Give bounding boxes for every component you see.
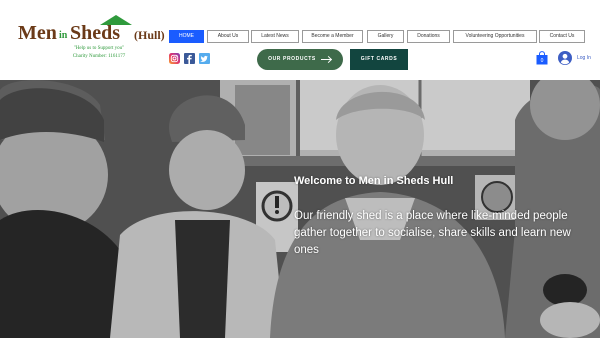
our-products-button[interactable]: OUR PRODUCTS bbox=[257, 49, 343, 70]
site-header: Men in Sheds (Hull) "Help us to Support … bbox=[0, 0, 600, 80]
logo-word-hull: (Hull) bbox=[134, 28, 165, 42]
gift-cards-button[interactable]: GIFT CARDS bbox=[350, 49, 408, 70]
nav-donations[interactable]: Donations bbox=[407, 30, 450, 43]
nav-volunteering[interactable]: Volunteering Opportunities bbox=[453, 30, 537, 43]
cart-count: 0 bbox=[541, 58, 544, 64]
nav-latest-news[interactable]: Latest News bbox=[251, 30, 299, 43]
our-products-label: OUR PRODUCTS bbox=[268, 56, 316, 62]
arrow-right-icon bbox=[321, 59, 331, 60]
cart-icon[interactable]: 0 bbox=[536, 51, 548, 65]
hero-title: Welcome to Men in Sheds Hull bbox=[294, 175, 454, 187]
logo-word-in: in bbox=[59, 30, 68, 41]
logo-tagline-block: "Help us to Support you" Charity Number:… bbox=[54, 45, 144, 61]
logo-charity-number: Charity Number: 1161177 bbox=[72, 54, 126, 59]
instagram-icon[interactable] bbox=[169, 53, 180, 64]
nav-gallery[interactable]: Gallery bbox=[367, 30, 404, 43]
login-link[interactable]: Log In bbox=[577, 55, 591, 61]
logo-tagline: "Help us to Support you" bbox=[73, 46, 125, 51]
nav-contact-us[interactable]: Contact Us bbox=[539, 30, 585, 43]
hero-description: Our friendly shed is a place where like-… bbox=[294, 210, 571, 256]
user-avatar-icon[interactable] bbox=[558, 51, 572, 65]
logo-word-sheds: Sheds bbox=[70, 22, 121, 44]
facebook-icon[interactable] bbox=[184, 53, 195, 64]
nav-become-member[interactable]: Become a Member bbox=[302, 30, 363, 43]
site-logo[interactable]: Men in Sheds (Hull) "Help us to Support … bbox=[14, 10, 166, 62]
nav-about-us[interactable]: About Us bbox=[207, 30, 249, 43]
logo-word-men: Men bbox=[18, 22, 57, 44]
hero-banner: Welcome to Men in Sheds Hull Our friendl… bbox=[0, 80, 600, 338]
nav-home[interactable]: HOME bbox=[169, 30, 204, 43]
twitter-icon[interactable] bbox=[199, 53, 210, 64]
